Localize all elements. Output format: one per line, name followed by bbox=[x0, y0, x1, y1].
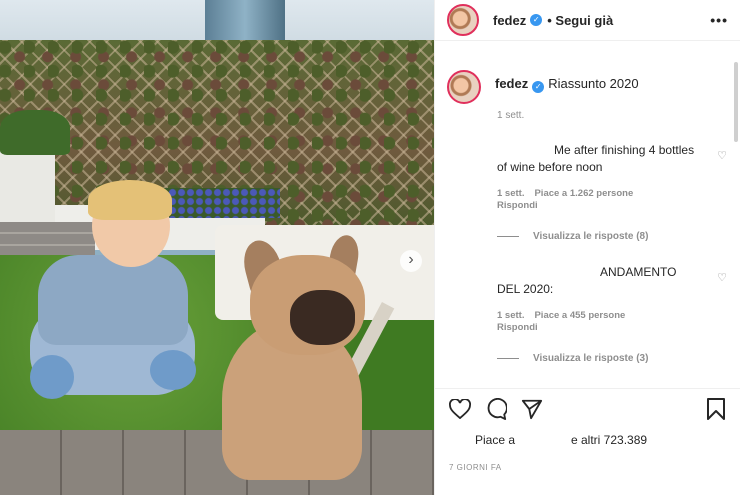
avatar[interactable] bbox=[447, 4, 479, 36]
caption-text: fedez ✓ Riassunto 2020 bbox=[495, 70, 639, 104]
view-replies-label[interactable]: Visualizza le risposte (8) bbox=[533, 231, 648, 242]
post-username[interactable]: fedez bbox=[493, 13, 526, 28]
comment-time: 1 sett. bbox=[497, 188, 525, 199]
photo-child-hair bbox=[88, 180, 172, 220]
post-sidebar: fedez ✓ • Segui già ••• fedez ✓ Riassunto … bbox=[434, 0, 740, 495]
comments-list[interactable]: fedez ✓ Riassunto 2020 1 sett. Me after fi… bbox=[435, 58, 731, 386]
bookmark-icon[interactable] bbox=[703, 396, 729, 422]
photo-dog-muzzle bbox=[290, 290, 355, 345]
reply-link[interactable]: Rispondi bbox=[497, 200, 731, 211]
comment-likes[interactable]: Piace a 455 persone bbox=[534, 310, 625, 321]
photo-child-foot bbox=[30, 355, 74, 399]
like-heart-icon[interactable] bbox=[447, 396, 473, 422]
chevron-right-icon: › bbox=[408, 251, 414, 268]
verified-badge-icon: ✓ bbox=[530, 14, 543, 26]
likes-prefix: Piace a bbox=[475, 433, 516, 447]
comment-body: Me after finishing 4 bottles of wine bef… bbox=[497, 143, 695, 174]
next-image-button[interactable]: › bbox=[400, 250, 422, 272]
following-label[interactable]: • Segui già bbox=[547, 13, 613, 28]
share-paper-plane-icon[interactable] bbox=[519, 396, 545, 422]
instagram-post-view: › fedez ✓ • Segui già ••• fedez ✓ Riassunt… bbox=[0, 0, 740, 495]
view-replies-link[interactable]: Visualizza le risposte (8) bbox=[497, 231, 731, 242]
post-time: 7 GIORNI FA bbox=[449, 463, 502, 472]
caption-time: 1 sett. bbox=[497, 110, 525, 121]
comment-text: ANDAMENTO DEL 2020: ♡ bbox=[497, 264, 731, 298]
comment-time: 1 sett. bbox=[497, 310, 525, 321]
divider bbox=[497, 358, 519, 359]
caption-body: Riassunto 2020 bbox=[548, 76, 639, 91]
verified-badge-icon: ✓ bbox=[532, 81, 545, 93]
likes-count[interactable]: e altri 723.389 bbox=[571, 433, 647, 447]
photo-child-body bbox=[38, 255, 188, 345]
more-options-icon[interactable]: ••• bbox=[710, 12, 728, 28]
comment-meta: 1 sett. Piace a 455 persone bbox=[497, 310, 731, 321]
comment-meta: 1 sett. Piace a 1.262 persone bbox=[497, 188, 731, 199]
photo-deck bbox=[0, 430, 434, 495]
like-comment-heart-icon[interactable]: ♡ bbox=[717, 148, 727, 165]
caption-username[interactable]: fedez bbox=[495, 76, 528, 91]
view-replies-label[interactable]: Visualizza le risposte (3) bbox=[533, 353, 648, 364]
comment-text: Me after finishing 4 bottles of wine bef… bbox=[497, 142, 731, 176]
post-actions bbox=[435, 388, 740, 428]
photo-shrub bbox=[0, 110, 70, 155]
post-header: fedez ✓ • Segui già ••• bbox=[435, 0, 740, 41]
view-replies-link[interactable]: Visualizza le risposte (3) bbox=[497, 353, 731, 364]
comment-bubble-icon[interactable] bbox=[483, 396, 509, 422]
caption: fedez ✓ Riassunto 2020 bbox=[447, 70, 731, 104]
avatar[interactable] bbox=[447, 70, 481, 104]
comment-likes[interactable]: Piace a 1.262 persone bbox=[534, 188, 633, 199]
reply-link[interactable]: Rispondi bbox=[497, 322, 731, 333]
like-comment-heart-icon[interactable]: ♡ bbox=[717, 270, 727, 287]
post-photo[interactable]: › bbox=[0, 0, 434, 495]
comment-body: ANDAMENTO DEL 2020: bbox=[497, 265, 677, 296]
comments-scrollbar[interactable] bbox=[734, 62, 738, 142]
divider bbox=[497, 236, 519, 237]
photo-child-foot bbox=[150, 350, 196, 390]
